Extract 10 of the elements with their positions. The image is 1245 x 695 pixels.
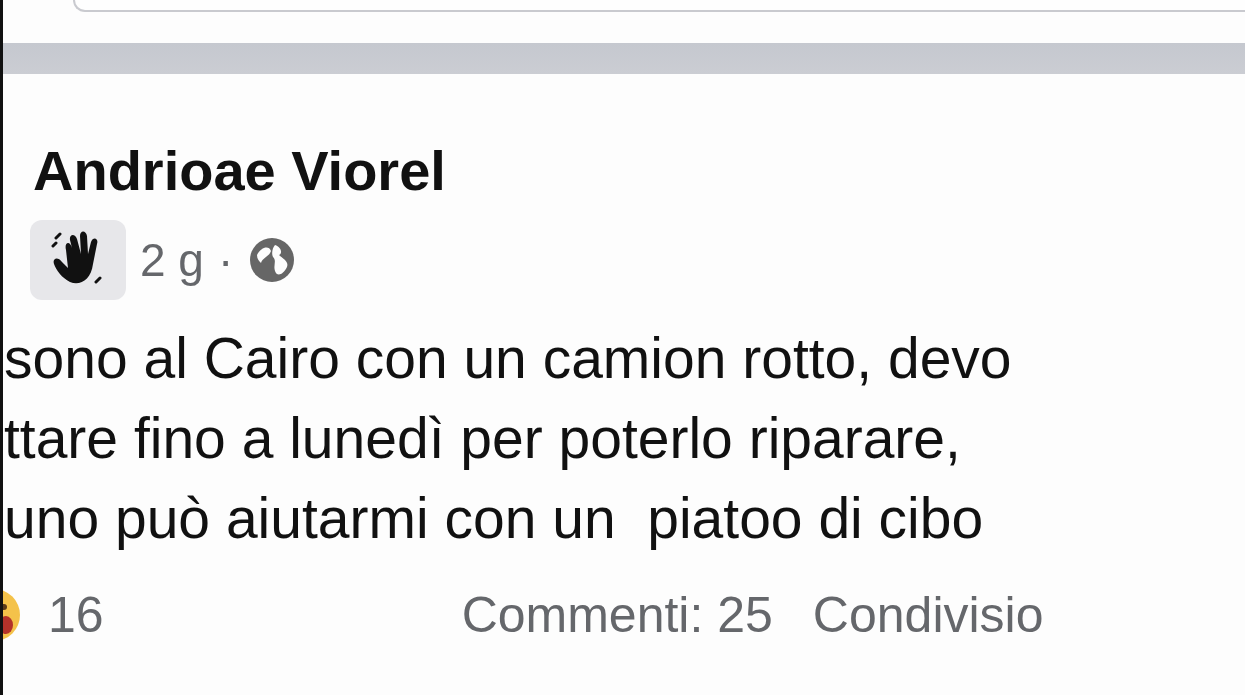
share-count[interactable]: Condivisio: [812, 586, 1044, 644]
post-text-line: sono al Cairo con un camion rotto, devo: [3, 325, 1013, 392]
post-time: 2 g: [140, 233, 204, 288]
text-field[interactable]: [73, 0, 1245, 12]
post-text-line: ttare fino a lunedì per poterlo riparare,: [3, 405, 962, 472]
separator-dot: ·: [217, 233, 234, 288]
reaction-count[interactable]: 16: [48, 586, 104, 644]
comment-count[interactable]: Commenti: 25: [461, 586, 773, 644]
author-name[interactable]: Andrioae Viorel: [33, 136, 1245, 206]
post-text-line: uno può aiutarmi con un piatoo di cibo: [3, 485, 985, 552]
